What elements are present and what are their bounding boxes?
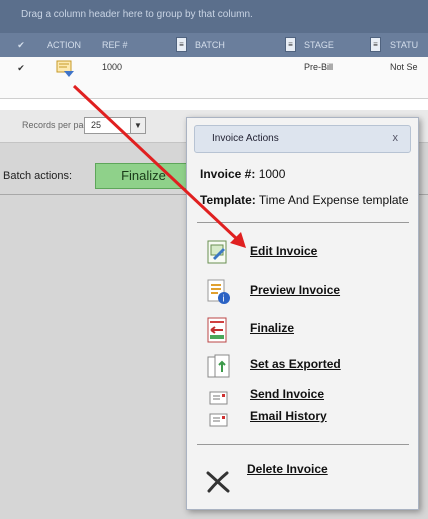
email-history-icon[interactable]	[209, 412, 229, 433]
template-label: Template:	[200, 193, 256, 207]
column-stage[interactable]: STAGE	[304, 33, 334, 57]
records-per-page-value: 25	[91, 120, 102, 130]
export-icon[interactable]	[207, 354, 231, 385]
divider	[197, 444, 409, 445]
column-menu-icon[interactable]: ≡	[370, 37, 381, 52]
delete-x-icon[interactable]	[205, 471, 231, 498]
send-email-icon[interactable]	[209, 390, 229, 411]
select-all-checkbox[interactable]: ✔	[16, 40, 26, 50]
invoice-number: Invoice #: 1000	[200, 167, 285, 181]
column-status[interactable]: STATU	[390, 33, 418, 57]
batch-finalize-button[interactable]: Finalize	[95, 163, 192, 189]
row-checkbox[interactable]: ✔	[16, 63, 26, 73]
chevron-down-icon[interactable]: ▼	[130, 118, 145, 133]
column-ref[interactable]: REF #	[102, 33, 128, 57]
row-ref: 1000	[102, 62, 123, 72]
send-invoice-link[interactable]: Send Invoice	[250, 387, 324, 401]
invoice-template: Template: Time And Expense template	[200, 193, 409, 207]
column-batch[interactable]: BATCH	[195, 33, 225, 57]
template-value: Time And Expense template	[258, 193, 409, 207]
close-icon[interactable]: x	[393, 132, 399, 144]
action-menu-icon[interactable]	[55, 59, 77, 84]
email-history-link[interactable]: Email History	[250, 409, 327, 423]
records-per-page-select[interactable]: 25 ▼	[84, 117, 146, 134]
edit-invoice-link[interactable]: Edit Invoice	[250, 244, 317, 258]
invoice-number-value: 1000	[258, 167, 286, 181]
set-as-exported-link[interactable]: Set as Exported	[250, 357, 341, 371]
svg-text:i: i	[222, 295, 225, 305]
finalize-link[interactable]: Finalize	[250, 321, 294, 335]
column-menu-icon[interactable]: ≡	[285, 37, 296, 52]
popup-header: Invoice Actions x	[194, 125, 411, 153]
preview-invoice-icon[interactable]: i	[207, 279, 231, 310]
group-by-bar[interactable]: Drag a column header here to group by th…	[0, 0, 428, 34]
preview-invoice-link[interactable]: Preview Invoice	[250, 283, 340, 297]
edit-invoice-icon[interactable]	[207, 240, 229, 269]
invoice-actions-popup: Invoice Actions x Invoice #: 1000 Templa…	[186, 117, 419, 510]
grid-header: ✔ ACTION REF # ≡ BATCH ≡ STAGE ≡ STATU	[0, 33, 428, 57]
popup-title: Invoice Actions	[212, 133, 279, 144]
column-action[interactable]: ACTION	[47, 33, 81, 57]
invoice-number-label: Invoice #:	[200, 167, 256, 181]
row-stage: Pre-Bill	[304, 62, 334, 72]
column-menu-icon[interactable]: ≡	[176, 37, 187, 52]
finalize-icon[interactable]	[207, 317, 229, 348]
batch-actions-label: Batch actions:	[3, 170, 73, 182]
group-hint: Drag a column header here to group by th…	[21, 9, 253, 20]
delete-invoice-link[interactable]: Delete Invoice	[247, 462, 328, 476]
row-status: Not Se	[390, 62, 418, 72]
divider	[197, 222, 409, 223]
invoice-grid: Drag a column header here to group by th…	[0, 0, 428, 110]
table-row[interactable]: ✔ 1000 Pre-Bill Not Se	[0, 57, 428, 99]
